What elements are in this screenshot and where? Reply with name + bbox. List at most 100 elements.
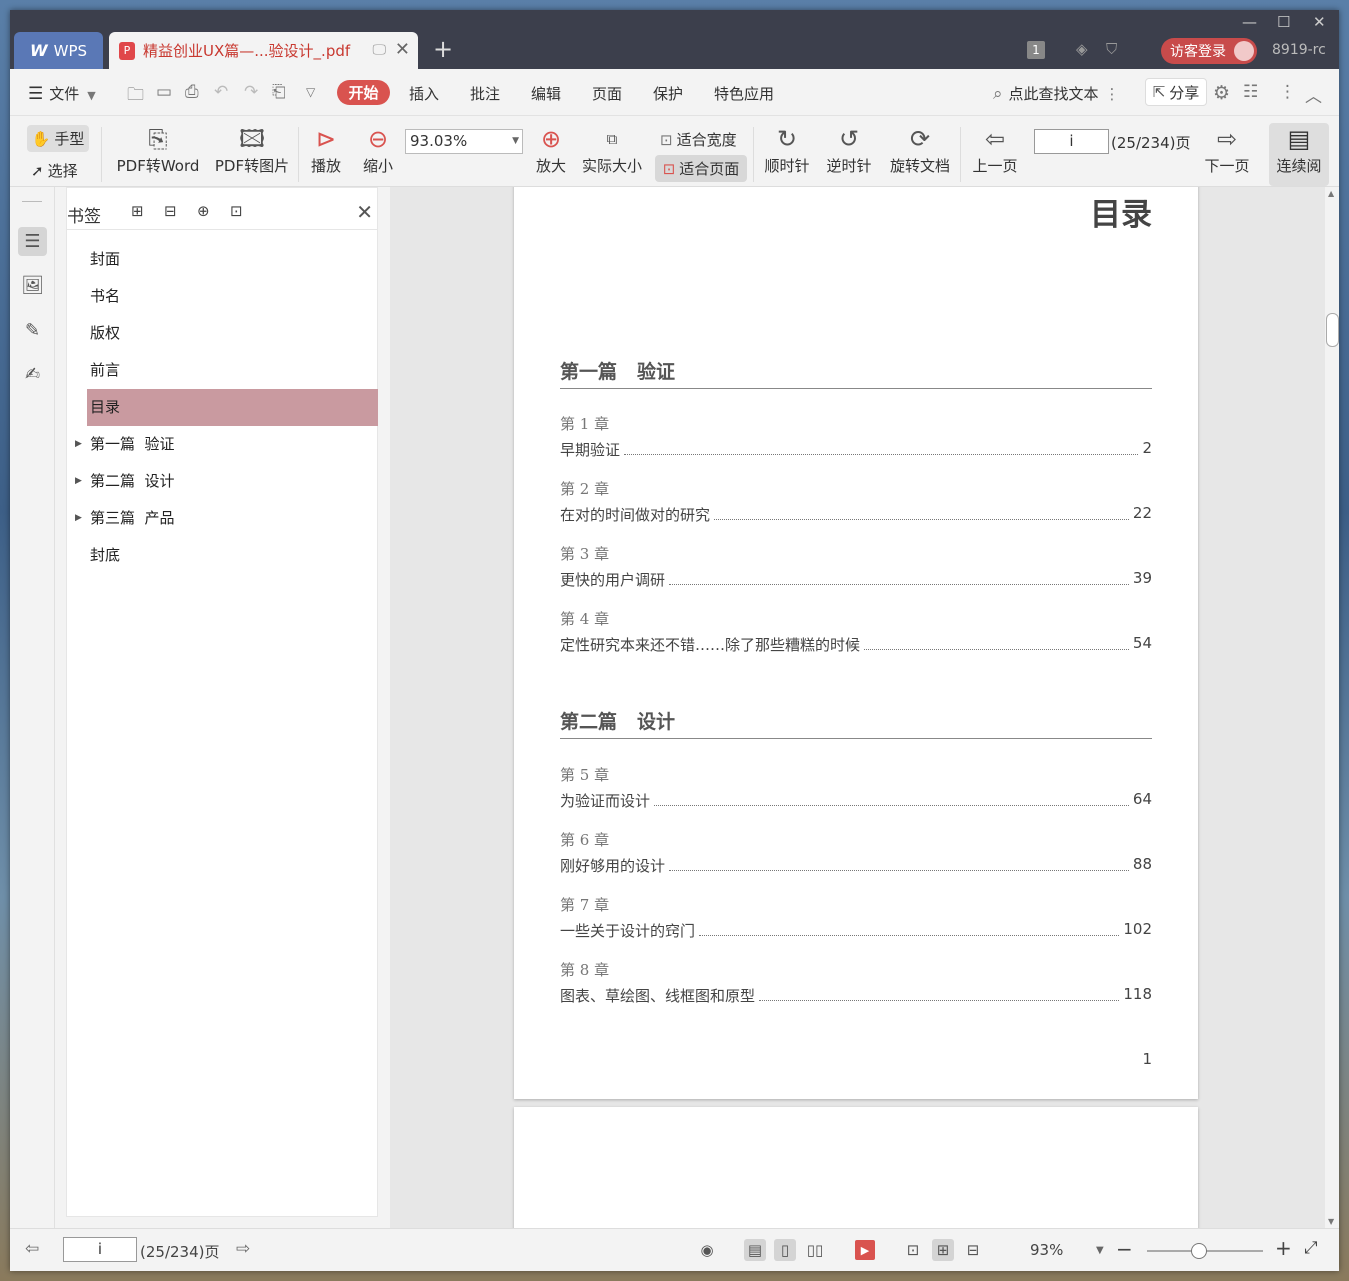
find-text-search[interactable]: ⌕ 点此查找文本 ⋮	[993, 83, 1120, 104]
fullscreen-icon[interactable]: ⤢	[1304, 1238, 1318, 1258]
pin-tab-icon[interactable]: 🖵	[373, 42, 387, 58]
skin-icon[interactable]: ◈	[1076, 40, 1088, 58]
scroll-down-icon[interactable]: ▼	[1328, 1217, 1334, 1226]
open-folder-icon[interactable]: 🗀	[127, 82, 144, 111]
maximize-icon[interactable]: ☐	[1277, 13, 1290, 31]
toc-entry[interactable]: 一些关于设计的窍门 102	[560, 920, 1152, 941]
zoom-minus-icon[interactable]: −	[1116, 1237, 1133, 1261]
wps-home-tab[interactable]: W WPS	[14, 32, 103, 69]
tab-start[interactable]: 开始	[337, 80, 390, 105]
bookmark-item[interactable]: 书名	[87, 278, 378, 315]
tab-page[interactable]: 页面	[592, 83, 622, 104]
zoom-out-button[interactable]: ⊖ 缩小	[358, 123, 398, 176]
thumbnail-icon[interactable]: 🖼	[18, 271, 47, 300]
bookmark-item[interactable]: 版权	[87, 315, 378, 352]
rotate-counterclockwise-button[interactable]: ↺ 逆时针	[824, 123, 874, 176]
rotate-document-button[interactable]: ⟳ 旋转文档	[888, 123, 952, 176]
close-icon[interactable]: ✕	[356, 200, 373, 224]
pdf-to-image-button[interactable]: 🖾 PDF转图片	[212, 123, 292, 176]
close-tab-icon[interactable]: ✕	[395, 39, 410, 60]
next-page-button[interactable]: ⇨ 下一页	[1202, 123, 1252, 176]
zoom-in-button[interactable]: ⊕ 放大	[531, 123, 571, 176]
fit-width-icon[interactable]: ⊟	[962, 1239, 984, 1261]
more-menu-icon[interactable]: ⋮	[1279, 82, 1296, 102]
share-button[interactable]: ⇱ 分享	[1145, 78, 1207, 106]
hand-tool-button[interactable]: ✋ 手型	[27, 125, 89, 152]
print-icon[interactable]: ⎙	[185, 82, 199, 102]
bookmark-item[interactable]: 封底	[87, 537, 378, 574]
zoom-slider[interactable]	[1147, 1243, 1263, 1259]
comment-icon[interactable]: ☷	[1243, 82, 1258, 102]
pdf-to-word-button[interactable]: ⎘ PDF转Word	[112, 123, 204, 176]
zoom-slider-knob[interactable]	[1191, 1243, 1207, 1259]
new-tab-icon[interactable]: +	[433, 37, 453, 61]
continuous-reading-button[interactable]: ▤ 连续阅	[1269, 123, 1329, 186]
document-tab[interactable]: P 精益创业UX篇—...验设计_.pdf 🖵 ✕	[109, 32, 418, 69]
chevron-down-icon[interactable]: ▼	[1096, 1245, 1104, 1256]
zoom-select[interactable]: 93.03% ▼	[405, 129, 523, 154]
more-vertical-icon[interactable]: ⋮	[1105, 85, 1120, 103]
single-page-view-icon[interactable]: ▤	[744, 1239, 766, 1261]
export-image-icon[interactable]: ⎗	[272, 82, 286, 102]
bookmark-item-selected[interactable]: 目录	[87, 389, 378, 426]
vertical-scrollbar[interactable]: ▲ ▼	[1325, 187, 1339, 1228]
expand-arrow-icon[interactable]: ▶	[75, 463, 82, 500]
expand-arrow-icon[interactable]: ▶	[75, 426, 82, 463]
status-zoom-value[interactable]: 93%	[1030, 1241, 1063, 1259]
gear-icon[interactable]: ⚙	[1213, 82, 1230, 104]
bookmark-panel-icon[interactable]: ☰	[18, 227, 47, 256]
toc-entry[interactable]: 定性研究本来还不错……除了那些糟糕的时候 54	[560, 634, 1152, 655]
previous-page-icon[interactable]: ⇦	[25, 1239, 39, 1259]
toc-entry[interactable]: 在对的时间做对的研究 22	[560, 504, 1152, 525]
bookmark-item[interactable]: ▶ 第一篇 验证	[75, 426, 378, 463]
status-page-input[interactable]: i	[63, 1237, 137, 1262]
toc-entry[interactable]: 图表、草绘图、线框图和原型 118	[560, 985, 1152, 1006]
save-icon[interactable]: ▭	[156, 82, 172, 102]
scrollbar-thumb[interactable]	[1326, 313, 1339, 347]
fit-page-button[interactable]: ⊡ 适合页面	[655, 155, 747, 182]
tab-special-apps[interactable]: 特色应用	[714, 83, 774, 104]
zoom-plus-icon[interactable]: +	[1275, 1236, 1292, 1260]
previous-page-button[interactable]: ⇦ 上一页	[970, 123, 1020, 176]
bookmark-item[interactable]: ▶ 第三篇 产品	[75, 500, 378, 537]
minimize-icon[interactable]: —	[1242, 13, 1257, 31]
two-page-view-icon[interactable]: ▯▯	[804, 1239, 826, 1261]
rotate-clockwise-button[interactable]: ↻ 顺时针	[762, 123, 812, 176]
actual-size-icon[interactable]: ⊡	[902, 1239, 924, 1261]
annotation-pen-icon[interactable]: ✎	[18, 316, 47, 345]
fit-page-icon[interactable]: ⊞	[932, 1239, 954, 1261]
play-icon[interactable]: ▶	[855, 1240, 875, 1260]
toc-entry[interactable]: 更快的用户调研 39	[560, 569, 1152, 590]
collapse-ribbon-icon[interactable]: ︿	[1305, 82, 1322, 107]
bookmark-settings-icon[interactable]: ⊡	[230, 202, 243, 220]
tab-insert[interactable]: 插入	[409, 83, 439, 104]
add-bookmark-icon[interactable]: ⊕	[197, 202, 210, 220]
scroll-up-icon[interactable]: ▲	[1328, 189, 1334, 198]
window-count-badge[interactable]: 1	[1027, 41, 1045, 59]
signature-icon[interactable]: ✍	[18, 360, 47, 389]
select-tool-button[interactable]: ➚ 选择	[31, 160, 78, 181]
bookmark-item[interactable]: 前言	[87, 352, 378, 389]
actual-size-button[interactable]: ⧉ 实际大小	[580, 123, 644, 176]
fit-width-button[interactable]: ⊡ 适合宽度	[660, 129, 737, 150]
toc-entry[interactable]: 早期验证 2	[560, 439, 1152, 460]
expand-arrow-icon[interactable]: ▶	[75, 500, 82, 537]
guest-login-button[interactable]: 访客登录	[1161, 38, 1257, 64]
file-menu[interactable]: ☰ 文件 ▼	[28, 83, 96, 104]
toc-entry[interactable]: 为验证而设计 64	[560, 790, 1152, 811]
bookmark-item[interactable]: ▶ 第二篇 设计	[75, 463, 378, 500]
shirt-icon[interactable]: ⛉	[1106, 40, 1117, 58]
play-button[interactable]: ⊳ 播放	[306, 123, 346, 176]
expand-all-icon[interactable]: ⊞	[131, 202, 144, 220]
undo-icon[interactable]: ↶	[214, 82, 228, 102]
close-window-icon[interactable]: ✕	[1313, 13, 1326, 31]
redo-icon[interactable]: ↷	[244, 82, 258, 102]
tab-protect[interactable]: 保护	[653, 83, 683, 104]
tab-edit[interactable]: 编辑	[531, 83, 561, 104]
toc-entry[interactable]: 刚好够用的设计 88	[560, 855, 1152, 876]
customize-dropdown-icon[interactable]: ▽	[306, 85, 315, 99]
continuous-view-icon[interactable]: ▯	[774, 1239, 796, 1261]
eye-protection-icon[interactable]: ◉	[696, 1239, 718, 1261]
document-view[interactable]: 目录 第一篇 验证 第 1 章 早期验证 2 第 2 章 在对的时间做对的研究 22 …	[390, 187, 1339, 1228]
page-number-input[interactable]: i	[1034, 129, 1109, 154]
